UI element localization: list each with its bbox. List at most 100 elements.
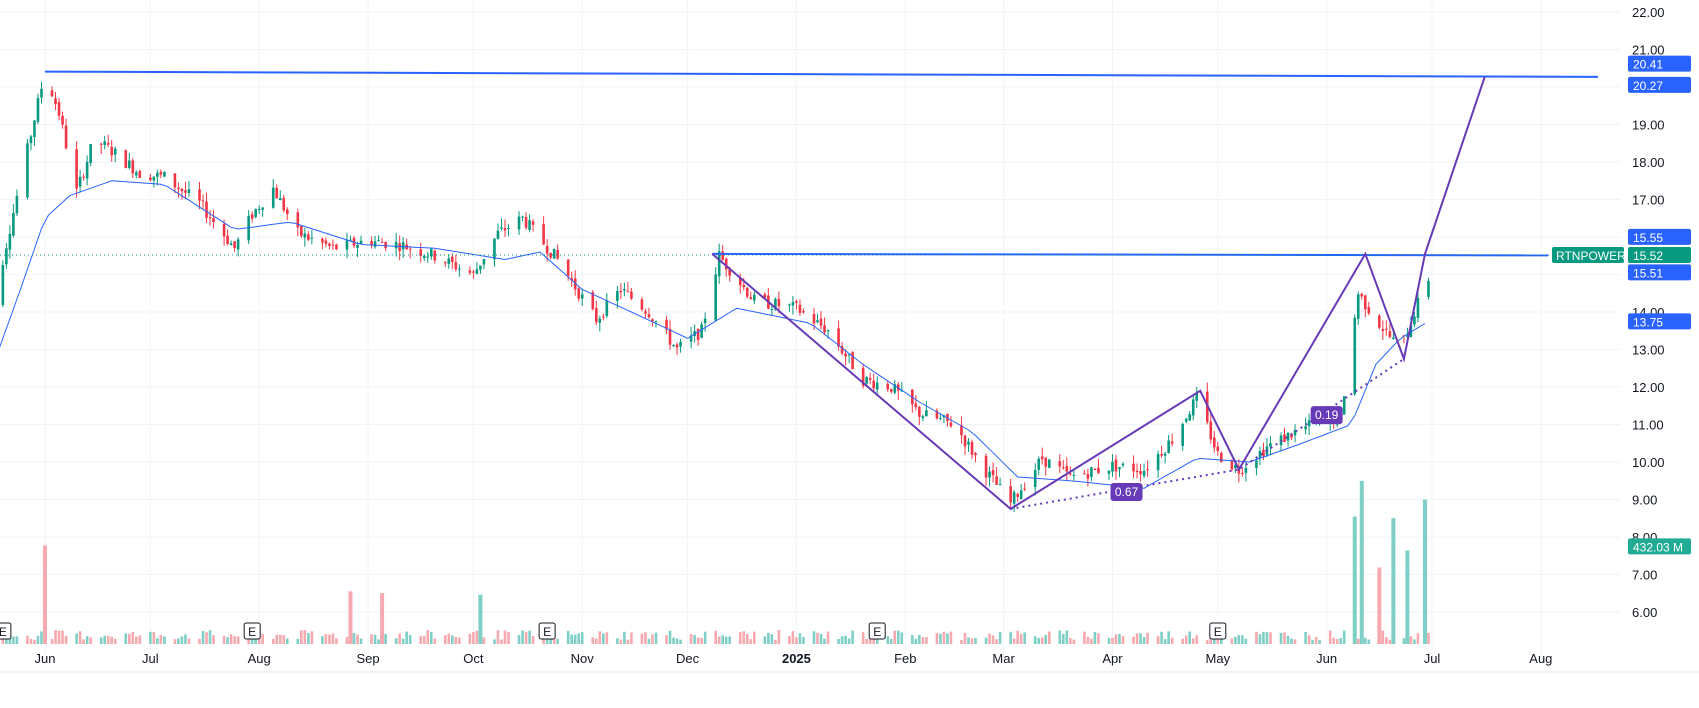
volume-bar [626, 639, 630, 644]
volume-bar [591, 637, 595, 644]
price-label-text: 15.55 [1633, 231, 1663, 245]
volume-bar [995, 639, 998, 644]
candle-body [1283, 434, 1286, 442]
candle-body [531, 221, 535, 225]
candle-body [549, 252, 552, 258]
candle-body [1, 265, 5, 305]
candle-body [1142, 471, 1146, 476]
volume-bar [1388, 639, 1392, 644]
volume-bar [700, 637, 703, 644]
candle-body [795, 301, 798, 303]
candle-body [180, 188, 184, 192]
volume-bar [1290, 638, 1293, 644]
volume-bar [974, 638, 977, 644]
volume-bar [1188, 631, 1192, 644]
volume-bar [156, 638, 159, 644]
volume-bar [1405, 550, 1410, 644]
candle-body [865, 377, 868, 384]
candle-body [1191, 399, 1195, 416]
resistance-line[interactable] [44, 70, 1599, 78]
volume-bar [103, 635, 106, 644]
earnings-markers[interactable]: EEEEE [0, 622, 1227, 640]
volume-bar [738, 632, 742, 644]
volume-bar [1090, 638, 1093, 644]
candle-body [925, 410, 928, 417]
volume-bar [623, 631, 626, 644]
volume-bar [1121, 636, 1125, 644]
volume-bar [1318, 639, 1321, 644]
volume-bar [1244, 638, 1248, 644]
candle-body [998, 483, 1002, 485]
volume-bar [889, 638, 893, 644]
volume-bar [64, 635, 68, 644]
candle-body [110, 146, 114, 156]
candle-body [131, 160, 135, 174]
volume-bar [458, 637, 461, 644]
candle-body [82, 176, 85, 178]
trendline-dotted[interactable] [1010, 358, 1405, 510]
candle-body [1212, 437, 1216, 448]
candle-body [812, 313, 816, 324]
volume-bar [127, 633, 131, 644]
candle-body [472, 271, 475, 273]
volume-bar [110, 636, 114, 644]
price-label-text: 20.41 [1633, 58, 1663, 72]
neckline[interactable] [712, 252, 1549, 257]
volume-bar [29, 638, 33, 644]
volume-bar [1114, 634, 1118, 644]
candle-body [1009, 486, 1012, 503]
price-label-text: 13.75 [1633, 315, 1663, 329]
drawing-tools[interactable]: 0.67 0.19 [0, 70, 1620, 511]
volume-bar [767, 632, 770, 644]
volume-bar [493, 639, 496, 644]
volume-bar [1205, 639, 1209, 644]
candle-body [1181, 423, 1184, 446]
volume-bar [630, 632, 633, 644]
candle-body [1135, 470, 1139, 473]
zigzag-pattern[interactable] [711, 76, 1486, 511]
candle-body [580, 294, 584, 299]
volume-bar [82, 639, 85, 644]
time-axis[interactable]: Jun Jul Aug Sep Oct Nov Dec 2025 Feb Mar Apr May Jun… [35, 651, 1553, 666]
candle-body [521, 216, 524, 218]
candle-body [872, 380, 875, 389]
candle-body [254, 209, 257, 217]
price-label-text: 15.51 [1633, 266, 1663, 280]
candle-body [1072, 474, 1076, 476]
candle-body [542, 224, 545, 245]
volume-bar [1262, 631, 1265, 644]
volume-bar [57, 630, 61, 644]
candle-body [770, 308, 774, 310]
candle-body [1378, 315, 1381, 328]
candle-body [921, 416, 925, 419]
candle-body [777, 298, 781, 307]
candle-body [257, 209, 261, 211]
volume-bar [124, 633, 128, 644]
time-tick-label: Feb [894, 651, 916, 666]
volume-bar [405, 631, 408, 644]
candle-body [594, 308, 598, 323]
volume-bar [138, 635, 142, 644]
volume-bar [359, 638, 363, 644]
candle-body [1121, 463, 1125, 466]
volume-bar [521, 630, 524, 644]
price-label-text: 20.27 [1633, 79, 1663, 93]
candle-body [1107, 470, 1111, 474]
volume-bar [1023, 632, 1026, 644]
candle-body [721, 251, 724, 260]
volume-bar [1391, 518, 1396, 644]
candle-body [8, 233, 12, 250]
volume-bar [935, 633, 939, 644]
price-chart[interactable]: 0.670.19 EEEEE 22.0021.0020.0019.0018.00… [0, 0, 1699, 708]
volume-bar [205, 632, 208, 644]
volume-bar [198, 638, 201, 644]
candle-body [307, 234, 310, 240]
candle-body [886, 383, 890, 390]
volume-bar [1359, 480, 1364, 644]
candle-body [310, 237, 314, 239]
volume-bar [33, 639, 36, 644]
candle-body [177, 187, 180, 190]
candle-body [236, 239, 240, 250]
time-tick-label: Aug [1529, 651, 1552, 666]
volume-bar [163, 636, 166, 644]
